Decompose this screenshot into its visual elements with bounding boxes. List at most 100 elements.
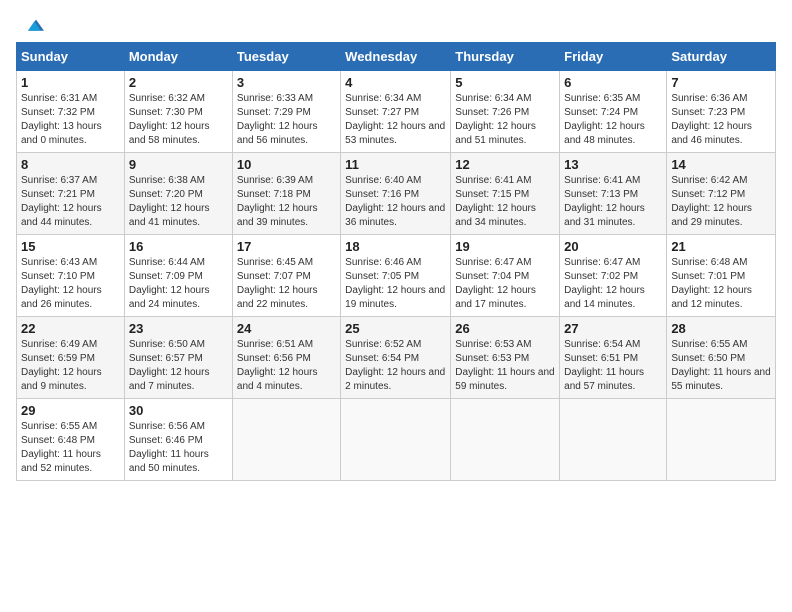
calendar-cell: 19Sunrise: 6:47 AMSunset: 7:04 PMDayligh… bbox=[451, 235, 560, 317]
day-number: 23 bbox=[129, 321, 228, 336]
calendar-cell: 15 Sunrise: 6:43 AMSunset: 7:10 PMDayligh… bbox=[17, 235, 125, 317]
calendar-cell: 2 Sunrise: 6:32 AMSunset: 7:30 PMDaylight… bbox=[124, 71, 232, 153]
day-info: Sunrise: 6:39 AMSunset: 7:18 PMDaylight:… bbox=[237, 174, 336, 230]
day-number: 4 bbox=[345, 75, 446, 90]
day-number: 28 bbox=[671, 321, 771, 336]
calendar-week-row: 1Sunrise: 6:31 AMSunset: 7:32 PMDaylight… bbox=[17, 71, 776, 153]
calendar-cell: 7 Sunrise: 6:36 AMSunset: 7:23 PMDaylight… bbox=[667, 71, 776, 153]
calendar-cell: 4Sunrise: 6:34 AMSunset: 7:27 PMDaylight… bbox=[341, 71, 451, 153]
calendar-cell bbox=[451, 399, 560, 481]
logo-icon bbox=[20, 16, 44, 36]
calendar-body: 1Sunrise: 6:31 AMSunset: 7:32 PMDaylight… bbox=[17, 71, 776, 481]
day-number: 22 bbox=[21, 321, 120, 336]
calendar-cell: 29Sunrise: 6:55 AMSunset: 6:48 PMDayligh… bbox=[17, 399, 125, 481]
calendar-cell bbox=[560, 399, 667, 481]
calendar-week-row: 8 Sunrise: 6:37 AMSunset: 7:21 PMDaylight… bbox=[17, 153, 776, 235]
day-number: 2 bbox=[129, 75, 228, 90]
day-number: 5 bbox=[455, 75, 555, 90]
day-info: Sunrise: 6:34 AMSunset: 7:26 PMDaylight:… bbox=[455, 92, 555, 148]
day-number: 15 bbox=[21, 239, 120, 254]
day-info: Sunrise: 6:41 AMSunset: 7:15 PMDaylight:… bbox=[455, 174, 555, 230]
calendar-header-row: SundayMondayTuesdayWednesdayThursdayFrid… bbox=[17, 43, 776, 71]
calendar-cell: 20 Sunrise: 6:47 AMSunset: 7:02 PMDayligh… bbox=[560, 235, 667, 317]
calendar-week-row: 15 Sunrise: 6:43 AMSunset: 7:10 PMDayligh… bbox=[17, 235, 776, 317]
day-info: Sunrise: 6:46 AMSunset: 7:05 PMDaylight:… bbox=[345, 256, 446, 312]
calendar-cell: 26 Sunrise: 6:53 AMSunset: 6:53 PMDayligh… bbox=[451, 317, 560, 399]
day-info: Sunrise: 6:41 AMSunset: 7:13 PMDaylight:… bbox=[564, 174, 662, 230]
day-number: 6 bbox=[564, 75, 662, 90]
day-number: 27 bbox=[564, 321, 662, 336]
calendar-cell bbox=[667, 399, 776, 481]
day-number: 24 bbox=[237, 321, 336, 336]
calendar-cell: 1Sunrise: 6:31 AMSunset: 7:32 PMDaylight… bbox=[17, 71, 125, 153]
calendar-cell: 3Sunrise: 6:33 AMSunset: 7:29 PMDaylight… bbox=[232, 71, 340, 153]
calendar-cell: 10 Sunrise: 6:39 AMSunset: 7:18 PMDayligh… bbox=[232, 153, 340, 235]
day-number: 21 bbox=[671, 239, 771, 254]
calendar-cell: 14 Sunrise: 6:42 AMSunset: 7:12 PMDayligh… bbox=[667, 153, 776, 235]
calendar-cell: 18 Sunrise: 6:46 AMSunset: 7:05 PMDayligh… bbox=[341, 235, 451, 317]
calendar-cell: 27 Sunrise: 6:54 AMSunset: 6:51 PMDayligh… bbox=[560, 317, 667, 399]
calendar-cell: 28Sunrise: 6:55 AMSunset: 6:50 PMDayligh… bbox=[667, 317, 776, 399]
day-info: Sunrise: 6:47 AMSunset: 7:02 PMDaylight:… bbox=[564, 256, 662, 312]
day-info: Sunrise: 6:44 AMSunset: 7:09 PMDaylight:… bbox=[129, 256, 228, 312]
calendar-cell: 23 Sunrise: 6:50 AMSunset: 6:57 PMDayligh… bbox=[124, 317, 232, 399]
day-info: Sunrise: 6:37 AMSunset: 7:21 PMDaylight:… bbox=[21, 174, 120, 230]
calendar-week-row: 29Sunrise: 6:55 AMSunset: 6:48 PMDayligh… bbox=[17, 399, 776, 481]
day-number: 16 bbox=[129, 239, 228, 254]
calendar-week-row: 22Sunrise: 6:49 AMSunset: 6:59 PMDayligh… bbox=[17, 317, 776, 399]
day-info: Sunrise: 6:52 AMSunset: 6:54 PMDaylight:… bbox=[345, 338, 446, 394]
day-info: Sunrise: 6:43 AMSunset: 7:10 PMDaylight:… bbox=[21, 256, 120, 312]
day-info: Sunrise: 6:48 AMSunset: 7:01 PMDaylight:… bbox=[671, 256, 771, 312]
calendar-cell: 13 Sunrise: 6:41 AMSunset: 7:13 PMDayligh… bbox=[560, 153, 667, 235]
day-info: Sunrise: 6:33 AMSunset: 7:29 PMDaylight:… bbox=[237, 92, 336, 148]
day-number: 10 bbox=[237, 157, 336, 172]
calendar-cell: 16 Sunrise: 6:44 AMSunset: 7:09 PMDayligh… bbox=[124, 235, 232, 317]
calendar-cell: 6 Sunrise: 6:35 AMSunset: 7:24 PMDaylight… bbox=[560, 71, 667, 153]
weekday-header: Friday bbox=[560, 43, 667, 71]
calendar-cell: 8 Sunrise: 6:37 AMSunset: 7:21 PMDaylight… bbox=[17, 153, 125, 235]
day-number: 20 bbox=[564, 239, 662, 254]
day-info: Sunrise: 6:40 AMSunset: 7:16 PMDaylight:… bbox=[345, 174, 446, 230]
calendar-cell: 30 Sunrise: 6:56 AMSunset: 6:46 PMDayligh… bbox=[124, 399, 232, 481]
day-info: Sunrise: 6:56 AMSunset: 6:46 PMDaylight:… bbox=[129, 420, 228, 476]
weekday-header: Wednesday bbox=[341, 43, 451, 71]
day-info: Sunrise: 6:38 AMSunset: 7:20 PMDaylight:… bbox=[129, 174, 228, 230]
weekday-header: Sunday bbox=[17, 43, 125, 71]
day-number: 26 bbox=[455, 321, 555, 336]
day-number: 11 bbox=[345, 157, 446, 172]
day-info: Sunrise: 6:55 AMSunset: 6:48 PMDaylight:… bbox=[21, 420, 120, 476]
day-info: Sunrise: 6:51 AMSunset: 6:56 PMDaylight:… bbox=[237, 338, 336, 394]
day-info: Sunrise: 6:42 AMSunset: 7:12 PMDaylight:… bbox=[671, 174, 771, 230]
day-number: 13 bbox=[564, 157, 662, 172]
day-number: 17 bbox=[237, 239, 336, 254]
calendar-cell: 12Sunrise: 6:41 AMSunset: 7:15 PMDayligh… bbox=[451, 153, 560, 235]
day-info: Sunrise: 6:36 AMSunset: 7:23 PMDaylight:… bbox=[671, 92, 771, 148]
day-info: Sunrise: 6:32 AMSunset: 7:30 PMDaylight:… bbox=[129, 92, 228, 148]
day-number: 7 bbox=[671, 75, 771, 90]
calendar-cell: 25 Sunrise: 6:52 AMSunset: 6:54 PMDayligh… bbox=[341, 317, 451, 399]
day-number: 19 bbox=[455, 239, 555, 254]
day-info: Sunrise: 6:50 AMSunset: 6:57 PMDaylight:… bbox=[129, 338, 228, 394]
calendar-cell bbox=[232, 399, 340, 481]
calendar-cell: 21 Sunrise: 6:48 AMSunset: 7:01 PMDayligh… bbox=[667, 235, 776, 317]
day-number: 30 bbox=[129, 403, 228, 418]
day-info: Sunrise: 6:31 AMSunset: 7:32 PMDaylight:… bbox=[21, 92, 120, 148]
day-number: 25 bbox=[345, 321, 446, 336]
weekday-header: Monday bbox=[124, 43, 232, 71]
day-info: Sunrise: 6:54 AMSunset: 6:51 PMDaylight:… bbox=[564, 338, 662, 394]
day-number: 9 bbox=[129, 157, 228, 172]
calendar-cell: 5 Sunrise: 6:34 AMSunset: 7:26 PMDaylight… bbox=[451, 71, 560, 153]
day-number: 18 bbox=[345, 239, 446, 254]
calendar-cell: 9 Sunrise: 6:38 AMSunset: 7:20 PMDaylight… bbox=[124, 153, 232, 235]
day-info: Sunrise: 6:35 AMSunset: 7:24 PMDaylight:… bbox=[564, 92, 662, 148]
day-info: Sunrise: 6:45 AMSunset: 7:07 PMDaylight:… bbox=[237, 256, 336, 312]
calendar-cell: 24 Sunrise: 6:51 AMSunset: 6:56 PMDayligh… bbox=[232, 317, 340, 399]
calendar-cell: 22Sunrise: 6:49 AMSunset: 6:59 PMDayligh… bbox=[17, 317, 125, 399]
day-number: 14 bbox=[671, 157, 771, 172]
weekday-header: Saturday bbox=[667, 43, 776, 71]
page-header bbox=[16, 16, 776, 30]
day-info: Sunrise: 6:53 AMSunset: 6:53 PMDaylight:… bbox=[455, 338, 555, 394]
weekday-header: Thursday bbox=[451, 43, 560, 71]
calendar-cell: 17 Sunrise: 6:45 AMSunset: 7:07 PMDayligh… bbox=[232, 235, 340, 317]
day-number: 8 bbox=[21, 157, 120, 172]
